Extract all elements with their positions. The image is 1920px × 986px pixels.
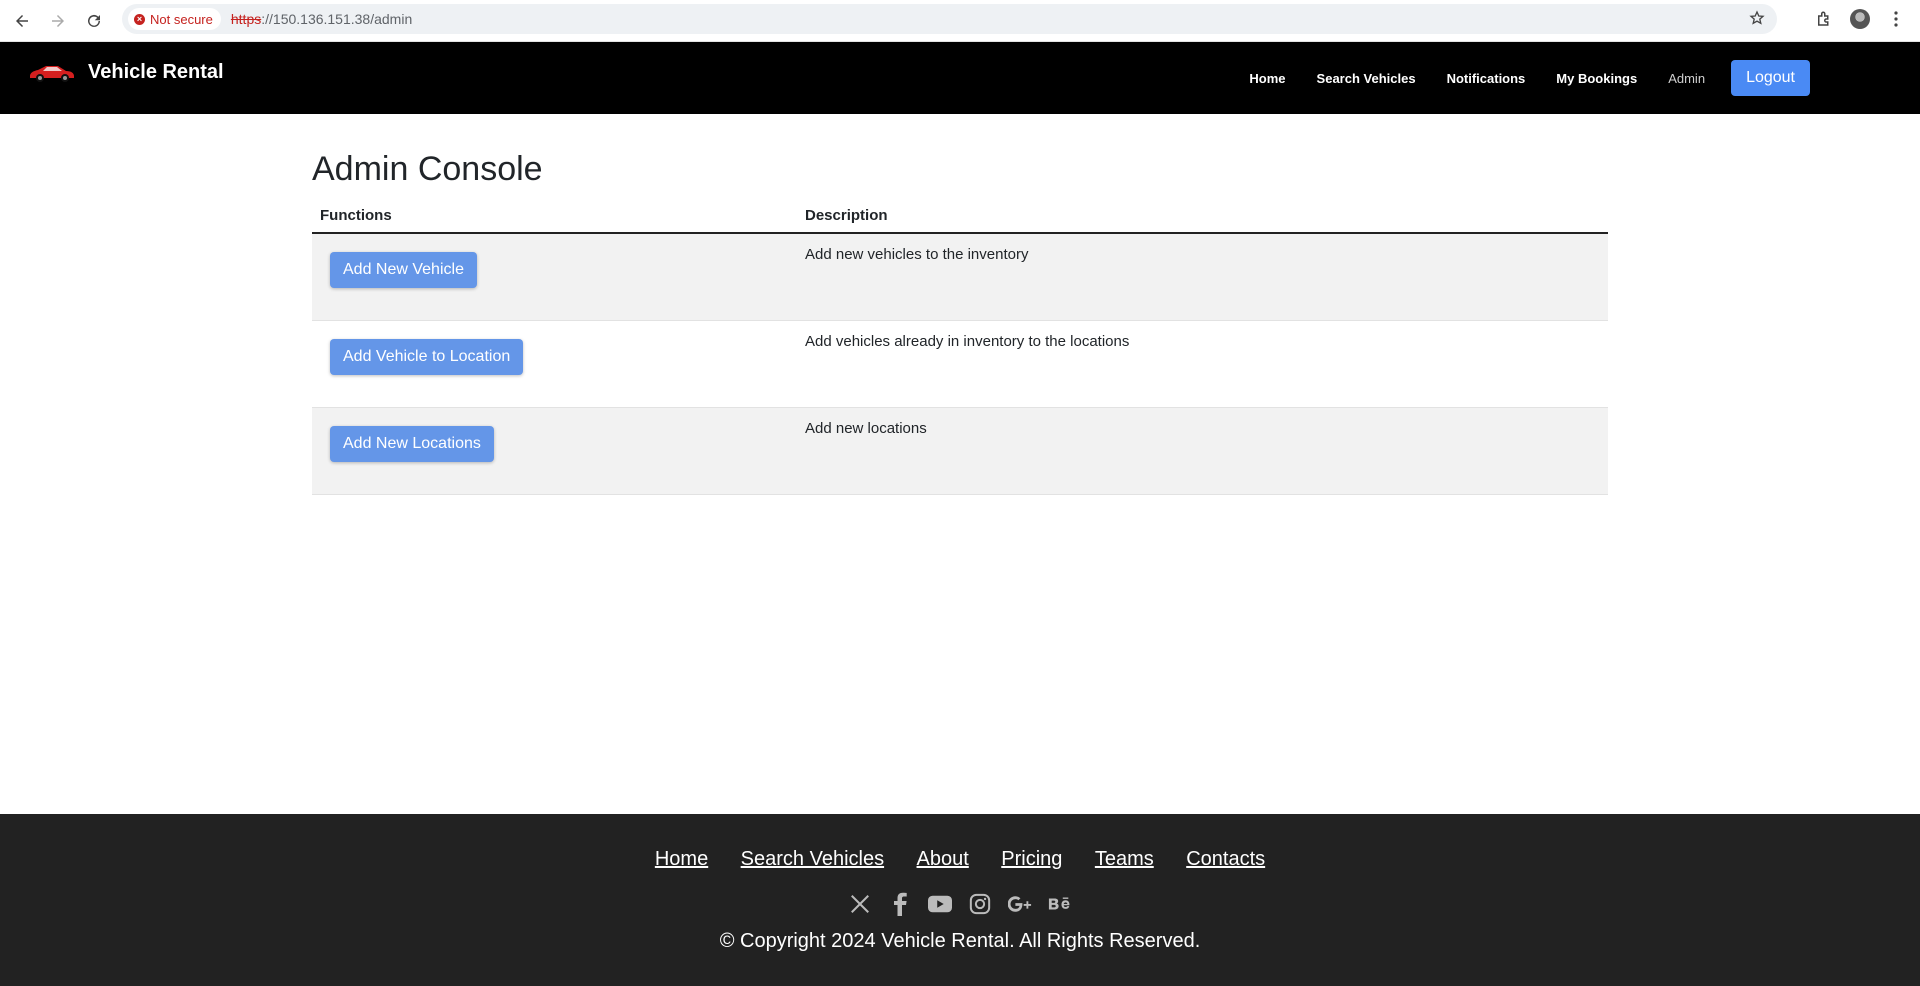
footer-link-pricing[interactable]: Pricing <box>1001 848 1062 870</box>
main-nav: Home Search Vehicles Notifications My Bo… <box>1218 42 1810 114</box>
row-description: Add new locations <box>797 407 1608 495</box>
table-row: Add Vehicle to Location Add vehicles alr… <box>312 320 1608 408</box>
behance-icon[interactable] <box>1048 892 1072 916</box>
site-header: Vehicle Rental Home Search Vehicles Noti… <box>0 42 1920 114</box>
youtube-icon[interactable] <box>928 892 952 916</box>
nav-notifications[interactable]: Notifications <box>1447 71 1526 86</box>
nav-my-bookings[interactable]: My Bookings <box>1556 71 1637 86</box>
add-new-vehicle-button[interactable]: Add New Vehicle <box>330 252 477 288</box>
extensions-icon[interactable] <box>1812 7 1836 31</box>
footer-links: Home Search Vehicles About Pricing Teams… <box>0 848 1920 871</box>
main-content: Admin Console Functions Description Add … <box>312 150 1608 495</box>
x-icon[interactable] <box>848 892 872 916</box>
table-row: Add New Vehicle Add new vehicles to the … <box>312 233 1608 321</box>
url-text[interactable]: https://150.136.151.38/admin <box>231 11 412 27</box>
profile-avatar[interactable] <box>1848 7 1872 31</box>
google-plus-icon[interactable] <box>1008 892 1032 916</box>
address-bar[interactable]: × Not secure https://150.136.151.38/admi… <box>122 4 1777 34</box>
page-title: Admin Console <box>312 150 543 188</box>
brand[interactable]: Vehicle Rental <box>28 60 224 84</box>
table-row: Add New Locations Add new locations <box>312 407 1608 495</box>
back-icon[interactable] <box>4 3 40 39</box>
brand-name: Vehicle Rental <box>88 60 224 83</box>
facebook-icon[interactable] <box>888 892 912 916</box>
social-icons <box>0 892 1920 916</box>
bookmark-star-icon[interactable] <box>1749 10 1765 31</box>
row-description: Add new vehicles to the inventory <box>797 233 1608 321</box>
forward-icon[interactable] <box>40 3 76 39</box>
nav-admin[interactable]: Admin <box>1668 71 1705 86</box>
footer-link-about[interactable]: About <box>917 848 969 870</box>
car-logo-icon <box>30 66 74 82</box>
site-footer: Home Search Vehicles About Pricing Teams… <box>0 814 1920 986</box>
footer-link-contacts[interactable]: Contacts <box>1186 848 1265 870</box>
footer-link-home[interactable]: Home <box>655 848 708 870</box>
column-header-description: Description <box>797 203 1608 234</box>
copyright-text: © Copyright 2024 Vehicle Rental. All Rig… <box>719 930 1201 952</box>
browser-toolbar: × Not secure https://150.136.151.38/admi… <box>0 0 1920 42</box>
footer-link-search-vehicles[interactable]: Search Vehicles <box>741 848 884 870</box>
footer-link-teams[interactable]: Teams <box>1095 848 1154 870</box>
nav-search-vehicles[interactable]: Search Vehicles <box>1317 71 1416 86</box>
admin-functions-table: Functions Description Add New Vehicle Ad… <box>312 203 1608 495</box>
nav-home[interactable]: Home <box>1249 71 1285 86</box>
reload-icon[interactable] <box>76 3 112 39</box>
row-description: Add vehicles already in inventory to the… <box>797 320 1608 408</box>
logout-button[interactable]: Logout <box>1731 60 1810 96</box>
menu-kebab-icon[interactable] <box>1884 7 1908 31</box>
warning-icon: × <box>134 13 145 25</box>
security-label: Not secure <box>150 11 213 27</box>
add-vehicle-to-location-button[interactable]: Add Vehicle to Location <box>330 339 524 375</box>
security-indicator[interactable]: × Not secure <box>128 8 221 30</box>
column-header-functions: Functions <box>312 203 797 234</box>
add-new-locations-button[interactable]: Add New Locations <box>330 426 494 462</box>
instagram-icon[interactable] <box>968 892 992 916</box>
